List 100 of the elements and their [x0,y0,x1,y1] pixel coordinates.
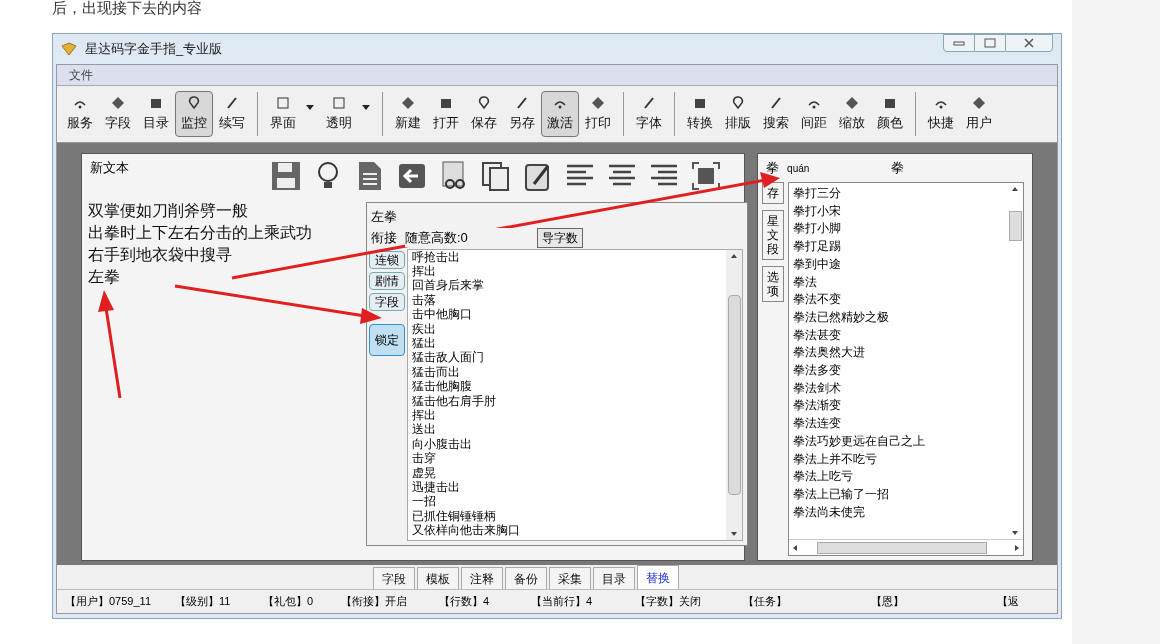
suggestion-item[interactable]: 击穿 [408,451,726,466]
dropdown-button[interactable]: 透明 [320,91,376,137]
tool-icon [186,95,202,112]
toolbar-button[interactable]: 激活 [541,91,579,137]
suggestion-item[interactable]: 呼抢击出 [408,249,726,264]
phrase-item[interactable]: 拳法连变 [793,415,1007,433]
article-text: 后，出现接下去的内容 [52,0,202,15]
bottom-tab[interactable]: 字段 [373,567,415,589]
phrase-item[interactable]: 拳打小脚 [793,220,1007,239]
toolbar-button[interactable]: 新建 [389,91,427,137]
toolbar-button[interactable]: 另存 [503,91,541,137]
suggestion-item[interactable]: 猛击他胸腹 [408,379,726,394]
bottom-tab[interactable]: 模板 [417,567,459,589]
bottom-tab[interactable]: 目录 [593,567,635,589]
phrase-item[interactable]: 拳法上已输了一招 [793,485,1007,504]
suggestion-item[interactable]: 送出 [408,422,726,437]
phrase-item[interactable]: 拳法多变 [793,362,1007,380]
phrase-item[interactable]: 拳法不变 [793,291,1007,309]
status-item: 【行数】4 [439,594,491,610]
phrase-item[interactable]: 拳打三分 [793,185,1007,203]
pinyin-text: quán [787,161,811,176]
side-button[interactable]: 锁定 [369,323,405,356]
phrase-item[interactable]: 拳法上吃亏 [793,468,1007,486]
suggestion-item[interactable]: 又依样向他击来胸口 [408,523,726,538]
text-editor[interactable]: 双掌便如刀削斧劈一般 出拳时上下左右分击的上乘武功 右手到地衣袋中搜寻 左拳 [88,200,358,288]
phrase-item[interactable]: 拳法渐变 [793,397,1007,416]
suggestion-item[interactable]: 疾出 [408,321,726,336]
suggestion-item[interactable]: 猛出 [408,335,726,351]
suggestion-item[interactable]: 已抓住铜锤锤柄 [408,508,726,524]
scroll-down-icon [1012,531,1018,535]
phrase-item[interactable]: 拳法巧妙更远在自己之上 [793,432,1007,451]
suggestion-item[interactable]: 迅捷击出 [408,480,726,495]
toolbar-button[interactable]: 排版 [719,91,757,137]
suggestion-item[interactable]: 挥出 [408,407,726,423]
side-tab[interactable]: 存 [762,182,785,204]
menu-item[interactable]: 文件 [65,66,97,84]
save-icon[interactable] [270,160,302,192]
scroll-up-icon [1012,187,1018,191]
side-button[interactable]: 剧情 [369,271,405,290]
toolbar-button[interactable]: 打开 [427,91,465,137]
phrase-item[interactable]: 拳法 [793,273,1007,292]
suggestion-item[interactable]: 回首身后来掌 [408,278,726,293]
toolbar-button[interactable]: 续写 [213,91,251,137]
toolbar-button[interactable]: 颜色 [871,91,909,137]
toolbar-button[interactable]: 缩放 [833,91,871,137]
caret-icon [306,104,314,110]
side-button[interactable]: 连锁 [369,250,405,269]
status-item: 【恩】 [871,594,905,610]
toolbar-button[interactable]: 用户 [960,91,998,137]
suggestion-item[interactable]: 猛击他右肩手肘 [408,393,726,408]
phrase-item[interactable]: 拳法上并不吃亏 [793,450,1007,469]
phrase-item[interactable]: 拳打小宋 [793,202,1007,221]
scrollbar[interactable] [726,249,742,540]
toolbar-button[interactable]: 打印 [579,91,617,137]
toolbar-button[interactable]: 字段 [99,91,137,137]
toolbar-button[interactable]: 目录 [137,91,175,137]
toolbar-button[interactable]: 快捷 [922,91,960,137]
toolbar-button[interactable]: 服务 [61,91,99,137]
scroll-thumb[interactable] [1008,211,1022,241]
scroll-thumb[interactable] [727,294,741,495]
dictionary-char: 拳 [891,159,905,178]
suggestion-item[interactable]: 一招 [408,494,726,509]
bottom-tab[interactable]: 注释 [461,567,503,589]
suggestion-item[interactable]: 击落 [408,292,726,308]
status-item: 【当前行】4 [531,594,594,610]
toolbar-button[interactable]: 间距 [795,91,833,137]
suggestion-item[interactable]: 猛击敌人面门 [408,350,726,365]
phrase-item[interactable]: 拳打足踢 [793,238,1007,256]
toolbar-button[interactable]: 保存 [465,91,503,137]
toolbar-button[interactable]: 搜索 [757,91,795,137]
phrase-item[interactable]: 拳法甚变 [793,326,1007,345]
dropdown-button[interactable]: 界面 [264,91,320,137]
export-button[interactable]: 导字数 [537,227,583,248]
suggestion-item[interactable]: 向小腹击出 [408,436,726,452]
suggestion-item[interactable]: 击中他胸口 [408,307,726,322]
toolbar-button[interactable]: 监控 [175,91,213,137]
bottom-tab[interactable]: 采集 [549,567,591,589]
phrase-item[interactable]: 拳法奥然大进 [793,344,1007,363]
bottom-tab[interactable]: 替换 [637,565,679,589]
side-tab[interactable]: 选项 [762,266,785,302]
suggestion-item[interactable]: 虚晃 [408,465,726,480]
side-button[interactable]: 字段 [369,292,405,311]
caret-icon [362,104,370,110]
horizontal-scrollbar[interactable] [789,539,1023,555]
status-item: 【字数】关闭 [635,594,702,610]
scroll-left-icon [793,544,798,551]
toolbar-button[interactable]: 字体 [630,91,668,137]
suggestion-item[interactable]: 猛击而出 [408,364,726,380]
suggestion-item[interactable]: 挥出 [408,263,726,279]
phrase-item[interactable]: 拳法已然精妙之极 [793,308,1007,327]
bottom-tab[interactable]: 备份 [505,567,547,589]
toolbar-button[interactable]: 转换 [681,91,719,137]
scroll-down-icon [731,532,737,536]
fullscreen-icon[interactable] [690,160,722,192]
scroll-thumb[interactable] [817,541,988,554]
phrase-item[interactable]: 拳到中途 [793,255,1007,274]
phrase-item[interactable]: 拳法剑术 [793,379,1007,398]
side-tab[interactable]: 星文段 [762,210,785,260]
phrase-item[interactable]: 拳法尚未使完 [793,503,1007,522]
copy-icon[interactable] [480,160,512,192]
